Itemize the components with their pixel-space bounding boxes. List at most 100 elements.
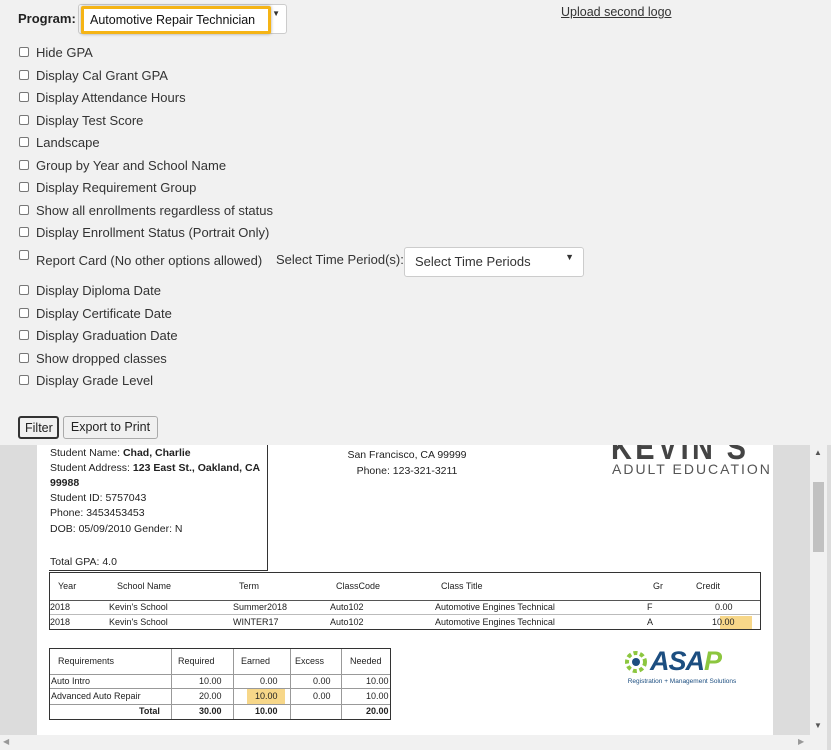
req-row-2-required: 20.00	[199, 691, 222, 701]
classes-table: Year School Name Term ClassCode Class Ti…	[49, 572, 761, 630]
req-header-needed: Needed	[350, 656, 382, 666]
req-row-1-earned: 0.00	[260, 676, 278, 686]
option-display-cal-grant-gpa[interactable]: Display Cal Grant GPA	[19, 66, 168, 84]
program-selected-value: Automotive Repair Technician	[81, 6, 271, 34]
req-row-2-earned: 10.00	[255, 691, 278, 701]
student-address-label: Student Address:	[50, 462, 130, 474]
req-header-excess: Excess	[295, 656, 325, 666]
header-divider	[50, 600, 760, 601]
col-header-school-name: School Name	[117, 581, 172, 591]
req-row-1-excess: 0.00	[313, 676, 331, 686]
req-total-required: 30.00	[199, 706, 222, 716]
col-header-class-title: Class Title	[441, 581, 483, 591]
req-row-2-excess: 0.00	[313, 691, 331, 701]
class-row-2-grade: A	[647, 617, 654, 627]
horizontal-scrollbar[interactable]: ◀ ▶	[0, 735, 827, 750]
req-total-label: Total	[139, 706, 160, 716]
student-address: 123 East St., Oakland, CA	[132, 462, 261, 474]
class-row-1-school: Kevin's School	[109, 602, 168, 612]
filter-button[interactable]: Filter	[18, 416, 59, 439]
req-row-2-needed: 10.00	[366, 691, 389, 701]
col-header-year: Year	[58, 581, 77, 591]
checkbox[interactable]	[19, 137, 29, 147]
checkbox[interactable]	[19, 92, 29, 102]
req-row-1-required: 10.00	[199, 676, 222, 686]
student-id: Student ID: 5757043	[50, 492, 147, 504]
req-header-requirements: Requirements	[58, 656, 115, 666]
checkbox[interactable]	[19, 285, 29, 295]
student-dob: DOB: 05/09/2010 Gender: N	[50, 523, 183, 535]
req-row-1-needed: 10.00	[366, 676, 389, 686]
checkbox[interactable]	[19, 47, 29, 57]
scrollbar-thumb[interactable]	[813, 482, 824, 552]
req-header-required: Required	[178, 656, 215, 666]
checkbox[interactable]	[19, 250, 29, 260]
scroll-up-icon[interactable]: ▲	[814, 448, 822, 457]
checkbox[interactable]	[19, 330, 29, 340]
class-row-1-credit: 0.00	[715, 602, 733, 612]
checkbox[interactable]	[19, 227, 29, 237]
option-display-grade-level[interactable]: Display Grade Level	[19, 371, 153, 389]
vertical-scrollbar[interactable]: ▲ ▼	[810, 445, 827, 735]
class-row-1-title: Automotive Engines Technical	[435, 602, 555, 612]
student-name: Chad, Charlie	[122, 447, 191, 459]
option-landscape[interactable]: Landscape	[19, 133, 100, 151]
option-show-all-enrollments[interactable]: Show all enrollments regardless of statu…	[19, 201, 273, 219]
req-total-earned: 10.00	[255, 706, 278, 716]
checkbox[interactable]	[19, 375, 29, 385]
option-show-dropped-classes[interactable]: Show dropped classes	[19, 349, 167, 367]
school-logo-subtitle: ADULT EDUCATION	[612, 461, 772, 477]
asap-tagline: Registration + Management Solutions	[627, 678, 737, 685]
option-display-graduation-date[interactable]: Display Graduation Date	[19, 326, 178, 344]
checkbox[interactable]	[19, 353, 29, 363]
checkbox[interactable]	[19, 182, 29, 192]
class-row-1-term: Summer2018	[233, 602, 288, 612]
time-period-select[interactable]: Select Time Periods ▼	[404, 247, 584, 277]
option-group-by-year-school[interactable]: Group by Year and School Name	[19, 156, 226, 174]
class-row-2-year: 2018	[50, 617, 71, 627]
checkbox[interactable]	[19, 308, 29, 318]
class-row-2-code: Auto102	[330, 617, 364, 627]
col-header-grade: Gr	[653, 581, 663, 591]
time-period-placeholder: Select Time Periods	[415, 254, 531, 269]
class-row-2-school: Kevin's School	[109, 617, 168, 627]
upload-second-logo-link[interactable]: Upload second logo	[561, 5, 672, 19]
student-phone: Phone: 3453453453	[50, 507, 145, 519]
option-hide-gpa[interactable]: Hide GPA	[19, 43, 93, 61]
asap-gear-icon	[625, 651, 647, 673]
scroll-right-icon[interactable]: ▶	[798, 737, 804, 746]
class-row-2-title: Automotive Engines Technical	[435, 617, 555, 627]
report-page: Student Name: Chad, Charlie Student Addr…	[37, 445, 773, 735]
student-name-label: Student Name:	[50, 447, 121, 459]
option-display-enrollment-status[interactable]: Display Enrollment Status (Portrait Only…	[19, 223, 269, 241]
class-row-1-year: 2018	[50, 602, 71, 612]
time-period-label: Select Time Period(s):	[276, 252, 404, 267]
export-to-print-button[interactable]: Export to Print	[63, 416, 158, 439]
asap-logo: ASAP Registration + Management Solutions	[622, 646, 742, 690]
option-display-requirement-group[interactable]: Display Requirement Group	[19, 178, 196, 196]
class-row-2-term: WINTER17	[233, 617, 279, 627]
program-label: Program:	[18, 11, 76, 26]
class-row-2-credit: 10.00	[712, 617, 735, 627]
school-phone: Phone: 123-321-3211	[356, 465, 458, 477]
program-select[interactable]: Automotive Repair Technician ▼	[78, 4, 287, 34]
option-display-attendance-hours[interactable]: Display Attendance Hours	[19, 88, 186, 106]
asap-logo-p: P	[704, 646, 722, 676]
option-display-diploma-date[interactable]: Display Diploma Date	[19, 281, 161, 299]
report-preview[interactable]: Student Name: Chad, Charlie Student Addr…	[0, 445, 831, 750]
option-report-card[interactable]: Report Card (No other options allowed)	[19, 248, 262, 268]
option-display-certificate-date[interactable]: Display Certificate Date	[19, 304, 172, 322]
checkbox[interactable]	[19, 115, 29, 125]
total-gpa: Total GPA: 4.0	[50, 556, 117, 568]
row-divider	[50, 614, 760, 615]
checkbox[interactable]	[19, 160, 29, 170]
scroll-left-icon[interactable]: ◀	[3, 737, 9, 746]
col-header-term: Term	[239, 581, 259, 591]
option-display-test-score[interactable]: Display Test Score	[19, 111, 143, 129]
col-header-credit: Credit	[696, 581, 721, 591]
req-row-1-name: Auto Intro	[51, 676, 91, 686]
checkbox[interactable]	[19, 205, 29, 215]
scroll-down-icon[interactable]: ▼	[814, 721, 822, 730]
checkbox[interactable]	[19, 70, 29, 80]
report-options-panel: Program: Automotive Repair Technician ▼ …	[0, 0, 831, 445]
